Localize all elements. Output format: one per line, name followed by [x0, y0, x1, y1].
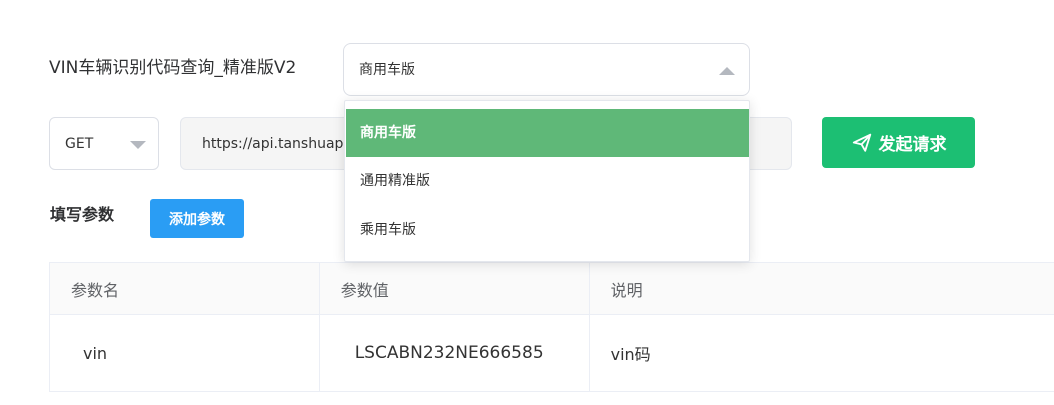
- header-param-name: 参数名: [49, 262, 320, 315]
- method-select[interactable]: GET: [49, 117, 159, 170]
- dropdown-option-general[interactable]: 通用精准版: [346, 157, 749, 205]
- header-param-value: 参数值: [318, 262, 590, 315]
- version-select-value: 商用车版: [359, 62, 415, 78]
- add-param-button[interactable]: 添加参数: [150, 199, 244, 238]
- api-title: VIN车辆识别代码查询_精准版V2: [49, 58, 297, 78]
- param-name-cell[interactable]: vin: [49, 314, 320, 392]
- paper-plane-icon: [852, 133, 871, 152]
- method-select-value: GET: [65, 136, 94, 152]
- header-description: 说明: [588, 262, 1054, 315]
- version-select[interactable]: 商用车版: [343, 43, 750, 96]
- table-header-row: 参数名 参数值 说明: [49, 262, 1054, 315]
- caret-down-icon: [130, 141, 146, 149]
- caret-up-icon: [719, 67, 735, 75]
- dropdown-option-commercial[interactable]: 商用车版: [346, 109, 749, 157]
- param-description-cell: vin码: [588, 314, 1054, 392]
- table-row: vin LSCABN232NE666585 vin码: [49, 314, 1054, 392]
- version-dropdown: 商用车版 通用精准版 乘用车版: [344, 100, 750, 262]
- params-table: 参数名 参数值 说明 vin LSCABN232NE666585 vin码: [49, 262, 1054, 392]
- dropdown-option-passenger[interactable]: 乘用车版: [346, 206, 749, 254]
- param-value-cell[interactable]: LSCABN232NE666585: [318, 314, 590, 392]
- url-value: https://api.tanshuap: [202, 136, 344, 152]
- params-label: 填写参数: [50, 205, 115, 224]
- send-request-label: 发起请求: [878, 135, 947, 155]
- send-request-button[interactable]: 发起请求: [822, 117, 975, 168]
